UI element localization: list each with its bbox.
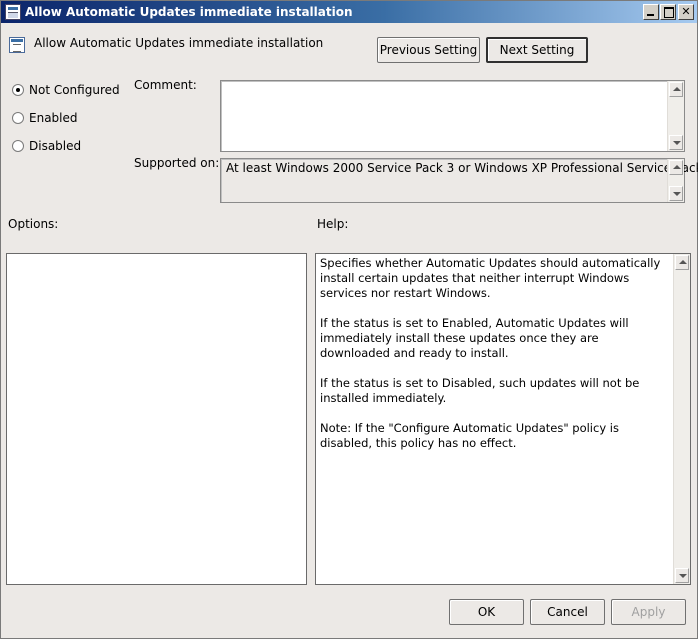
supported-on-label: Supported on: bbox=[134, 156, 220, 170]
radio-not-configured-label[interactable]: Not Configured bbox=[29, 83, 120, 97]
scroll-down-arrow-icon[interactable] bbox=[675, 568, 689, 583]
comment-label: Comment: bbox=[134, 78, 197, 92]
next-setting-button[interactable]: Next Setting bbox=[486, 37, 588, 63]
comment-textarea[interactable] bbox=[220, 80, 685, 152]
supported-on-scrollbar[interactable] bbox=[667, 159, 684, 202]
help-text: Specifies whether Automatic Updates shou… bbox=[320, 256, 672, 466]
help-label: Help: bbox=[317, 217, 349, 231]
help-paragraph: If the status is set to Disabled, such u… bbox=[320, 376, 640, 405]
policy-name: Allow Automatic Updates immediate instal… bbox=[34, 36, 324, 50]
previous-setting-button[interactable]: Previous Setting bbox=[377, 37, 480, 63]
group-policy-app-icon bbox=[5, 4, 21, 20]
ok-button[interactable]: OK bbox=[449, 599, 524, 625]
radio-disabled-indicator[interactable] bbox=[12, 140, 24, 152]
scroll-down-arrow-icon[interactable] bbox=[669, 135, 683, 150]
maximize-button[interactable] bbox=[660, 4, 676, 20]
help-panel[interactable]: Specifies whether Automatic Updates shou… bbox=[315, 253, 691, 585]
scroll-down-arrow-icon[interactable] bbox=[669, 186, 683, 201]
help-paragraph: If the status is set to Enabled, Automat… bbox=[320, 316, 629, 360]
radio-enabled-indicator[interactable] bbox=[12, 112, 24, 124]
options-panel bbox=[6, 253, 307, 585]
cancel-button[interactable]: Cancel bbox=[530, 599, 605, 625]
comment-scrollbar[interactable] bbox=[667, 81, 684, 151]
options-label: Options: bbox=[8, 217, 59, 231]
window-title: Allow Automatic Updates immediate instal… bbox=[25, 5, 353, 19]
scroll-up-arrow-icon[interactable] bbox=[669, 160, 683, 175]
help-paragraph: Specifies whether Automatic Updates shou… bbox=[320, 256, 661, 300]
title-bar[interactable]: Allow Automatic Updates immediate instal… bbox=[1, 1, 697, 23]
policy-setting-icon bbox=[9, 37, 25, 53]
minimize-button[interactable] bbox=[643, 4, 659, 20]
apply-button[interactable]: Apply bbox=[611, 599, 686, 625]
scroll-up-arrow-icon[interactable] bbox=[675, 255, 689, 270]
policy-dialog-window: Allow Automatic Updates immediate instal… bbox=[0, 0, 698, 639]
radio-disabled-label[interactable]: Disabled bbox=[29, 139, 81, 153]
help-scrollbar[interactable] bbox=[673, 254, 690, 584]
scroll-up-arrow-icon[interactable] bbox=[669, 82, 683, 97]
radio-enabled-label[interactable]: Enabled bbox=[29, 111, 78, 125]
close-button[interactable]: ✕ bbox=[678, 4, 694, 20]
radio-not-configured-indicator[interactable] bbox=[12, 84, 24, 96]
supported-on-field: At least Windows 2000 Service Pack 3 or … bbox=[220, 158, 698, 203]
supported-on-value: At least Windows 2000 Service Pack 3 or … bbox=[226, 161, 698, 175]
help-paragraph: Note: If the "Configure Automatic Update… bbox=[320, 421, 619, 450]
